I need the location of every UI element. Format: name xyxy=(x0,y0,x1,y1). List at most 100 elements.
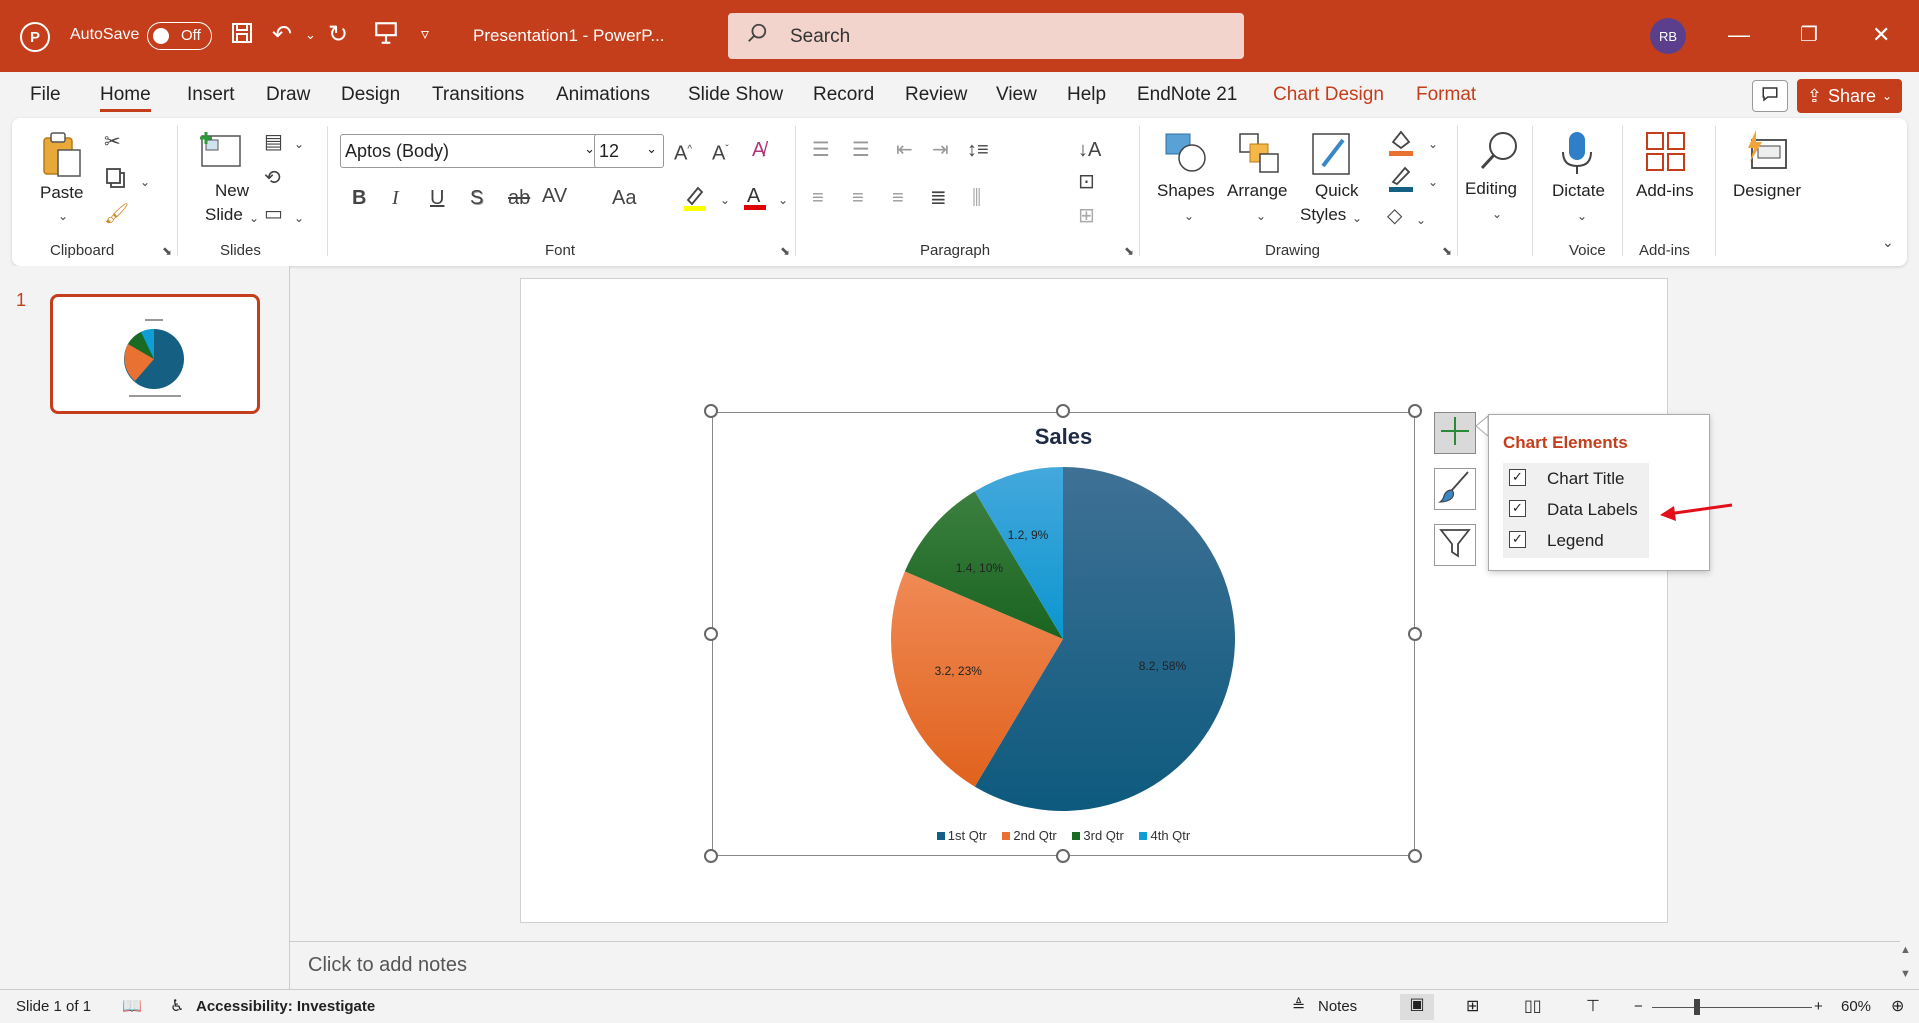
accessibility-icon[interactable]: ♿ xyxy=(170,996,184,1016)
decrease-indent-icon[interactable]: ⇤ xyxy=(896,138,913,162)
dialog-launcher-icon[interactable]: ⬊ xyxy=(1124,244,1134,258)
tab-transitions[interactable]: Transitions xyxy=(432,84,524,106)
avatar[interactable]: RB xyxy=(1650,18,1686,54)
cut-icon[interactable]: ✂ xyxy=(104,130,121,154)
increase-indent-icon[interactable]: ⇥ xyxy=(932,138,949,162)
data-label[interactable]: 8.2, 58% xyxy=(1139,659,1186,673)
editing-icon[interactable] xyxy=(1477,128,1523,180)
close-icon[interactable]: ✕ xyxy=(1872,20,1890,50)
undo-dropdown-icon[interactable]: ⌄ xyxy=(305,20,316,50)
chevron-down-icon[interactable]: ⌄ xyxy=(1416,208,1426,232)
paste-icon[interactable] xyxy=(40,130,84,184)
strikethrough-icon[interactable]: ab xyxy=(508,186,530,210)
paste-button[interactable]: Paste xyxy=(40,182,83,204)
restore-icon[interactable]: ❐ xyxy=(1800,20,1818,50)
addins-icon[interactable] xyxy=(1644,130,1688,180)
zoom-out-icon[interactable]: − xyxy=(1634,998,1643,1015)
resize-handle[interactable] xyxy=(704,627,718,641)
shrink-font-icon[interactable]: Aˇ xyxy=(712,138,729,166)
present-icon[interactable] xyxy=(373,20,399,54)
tab-home[interactable]: Home xyxy=(100,84,151,112)
fit-to-window-icon[interactable]: ⊕ xyxy=(1891,996,1904,1016)
redo-icon[interactable]: ↻ xyxy=(328,20,348,50)
highlight-icon[interactable] xyxy=(682,184,708,218)
new-slide-label-2[interactable]: Slide xyxy=(205,204,243,226)
resize-handle[interactable] xyxy=(704,404,718,418)
resize-handle[interactable] xyxy=(1408,627,1422,641)
quick-styles-label-2[interactable]: Styles xyxy=(1300,204,1346,226)
save-icon[interactable] xyxy=(230,20,254,54)
smartart-icon[interactable]: ⊞ xyxy=(1078,204,1095,228)
microphone-icon[interactable] xyxy=(1557,128,1597,182)
zoom-slider-thumb[interactable] xyxy=(1694,999,1700,1015)
tab-review[interactable]: Review xyxy=(905,84,967,106)
minimize-icon[interactable]: — xyxy=(1728,20,1750,50)
new-slide-label[interactable]: New xyxy=(215,180,249,202)
italic-icon[interactable]: I xyxy=(392,186,399,210)
grow-font-icon[interactable]: A^ xyxy=(674,138,692,166)
new-slide-icon[interactable] xyxy=(198,130,244,176)
zoom-slider[interactable] xyxy=(1652,1007,1812,1008)
spelling-icon[interactable]: 📖 xyxy=(122,996,142,1016)
arrange-label[interactable]: Arrange xyxy=(1227,180,1287,202)
change-case-icon[interactable]: Aa xyxy=(612,186,636,210)
zoom-level[interactable]: 60% xyxy=(1841,998,1871,1015)
clear-formatting-icon[interactable]: A̸ xyxy=(752,138,765,162)
chevron-down-icon[interactable]: ⌄ xyxy=(1428,132,1438,156)
text-direction-icon[interactable]: ↓A xyxy=(1078,138,1101,162)
designer-button[interactable]: Designer xyxy=(1733,180,1801,202)
dialog-launcher-icon[interactable]: ⬊ xyxy=(162,244,172,258)
chart-legend[interactable]: 1st Qtr 2nd Qtr 3rd Qtr 4th Qtr xyxy=(712,828,1415,843)
slide-thumbnail[interactable] xyxy=(50,294,260,414)
resize-handle[interactable] xyxy=(1056,849,1070,863)
quick-styles-label[interactable]: Quick xyxy=(1315,180,1358,202)
undo-icon[interactable]: ↶ xyxy=(272,20,292,50)
zoom-in-icon[interactable]: + xyxy=(1814,998,1823,1015)
chart-title[interactable]: Sales xyxy=(712,424,1415,450)
bold-icon[interactable]: B xyxy=(352,186,366,210)
dictate-label[interactable]: Dictate xyxy=(1552,180,1605,202)
normal-view-icon[interactable]: ▣ xyxy=(1400,994,1434,1020)
designer-icon[interactable] xyxy=(1742,128,1790,180)
align-center-icon[interactable]: ≡ xyxy=(852,186,864,210)
bullets-icon[interactable]: ☰ xyxy=(812,138,830,162)
resize-handle[interactable] xyxy=(1408,404,1422,418)
quick-styles-icon[interactable] xyxy=(1309,130,1355,184)
tab-format[interactable]: Format xyxy=(1416,84,1476,106)
align-left-icon[interactable]: ≡ xyxy=(812,186,824,210)
chevron-down-icon[interactable]: ⌄ xyxy=(1256,204,1266,228)
resize-handle[interactable] xyxy=(1056,404,1070,418)
slide-sorter-icon[interactable]: ⊞ xyxy=(1466,996,1479,1016)
shadow-icon[interactable]: S xyxy=(470,186,483,210)
checkbox-data-labels[interactable]: ✓ xyxy=(1509,500,1526,517)
editing-label[interactable]: Editing xyxy=(1465,178,1517,200)
chevron-down-icon[interactable]: ⌄ xyxy=(720,188,730,212)
chart-styles-button[interactable] xyxy=(1434,468,1476,510)
reading-view-icon[interactable]: ▯▯ xyxy=(1524,996,1542,1016)
chevron-down-icon[interactable]: ⌄ xyxy=(249,206,259,230)
align-text-icon[interactable]: ⊡ xyxy=(1078,170,1095,194)
copy-icon[interactable] xyxy=(104,166,128,196)
tab-help[interactable]: Help xyxy=(1067,84,1106,106)
chart-object[interactable] xyxy=(712,412,1415,856)
tab-chart-design[interactable]: Chart Design xyxy=(1273,84,1384,106)
underline-icon[interactable]: U xyxy=(430,186,444,210)
data-label[interactable]: 3.2, 23% xyxy=(935,664,982,678)
resize-handle[interactable] xyxy=(704,849,718,863)
checkbox-legend[interactable]: ✓ xyxy=(1509,531,1526,548)
notes-icon[interactable]: ≜ xyxy=(1292,996,1305,1016)
dialog-launcher-icon[interactable]: ⬊ xyxy=(1442,244,1452,258)
tab-animations[interactable]: Animations xyxy=(556,84,650,106)
tab-design[interactable]: Design xyxy=(341,84,400,106)
dialog-launcher-icon[interactable]: ⬊ xyxy=(780,244,790,258)
chevron-down-icon[interactable]: ⌄ xyxy=(1577,204,1587,228)
notes-pane[interactable]: Click to add notes xyxy=(290,941,1900,989)
format-painter-icon[interactable]: 🖌 xyxy=(104,202,129,226)
shapes-icon[interactable] xyxy=(1162,130,1208,180)
chevron-down-icon[interactable]: ⌄ xyxy=(1428,170,1438,194)
addins-button[interactable]: Add-ins xyxy=(1636,180,1694,202)
shape-fill-icon[interactable] xyxy=(1387,128,1415,164)
arrange-icon[interactable] xyxy=(1236,130,1282,180)
shapes-label[interactable]: Shapes xyxy=(1157,180,1215,202)
align-right-icon[interactable]: ≡ xyxy=(892,186,904,210)
